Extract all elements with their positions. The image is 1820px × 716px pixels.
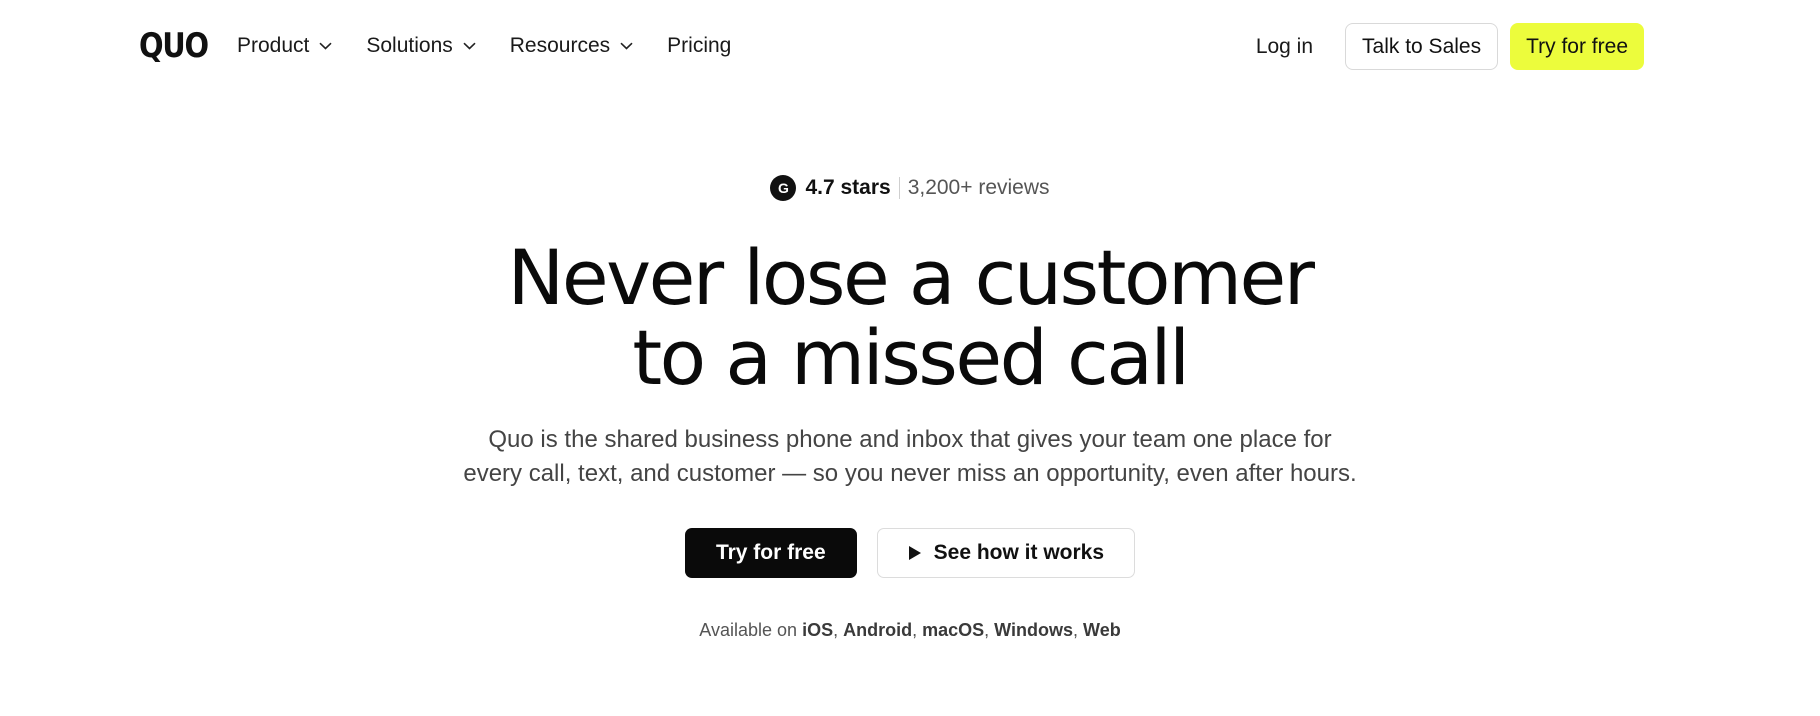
nav-product-label: Product: [237, 34, 310, 57]
nav-solutions[interactable]: Solutions: [366, 30, 476, 62]
landing-page: QUO Product Solutions Resources Pricing …: [0, 0, 1820, 716]
headline-line-1: Never lose a customer: [507, 233, 1316, 322]
hero-try-free-button[interactable]: Try for free: [684, 528, 857, 578]
play-icon: [908, 545, 922, 561]
nav-try-free-button[interactable]: Try for free: [1510, 23, 1644, 70]
nav-actions: Log in Talk to Sales Try for free: [1256, 23, 1644, 70]
rating-reviews: 3,200+ reviews: [907, 176, 1050, 199]
platform-macos: macOS: [922, 620, 985, 640]
nav-solutions-label: Solutions: [366, 34, 453, 57]
nav-pricing[interactable]: Pricing: [667, 30, 731, 62]
g2-logo-icon: G: [770, 175, 797, 201]
chevron-down-icon: [319, 42, 332, 50]
see-how-it-works-button[interactable]: See how it works: [876, 528, 1136, 578]
headline-line-2: to a missed call: [632, 313, 1190, 402]
nav-resources-label: Resources: [509, 34, 611, 57]
nav-links: Product Solutions Resources Pricing: [237, 30, 765, 62]
top-nav: QUO Product Solutions Resources Pricing …: [0, 0, 1820, 92]
talk-to-sales-button[interactable]: Talk to Sales: [1345, 23, 1499, 70]
nav-product[interactable]: Product: [237, 30, 332, 62]
rating-badge[interactable]: G 4.7 stars 3,200+ reviews: [0, 175, 1820, 201]
subtitle-line-1: Quo is the shared business phone and inb…: [488, 426, 1332, 453]
quo-logo[interactable]: QUO: [139, 26, 209, 66]
hero-subtitle: Quo is the shared business phone and inb…: [0, 423, 1820, 491]
rating-divider: [898, 177, 900, 199]
login-link[interactable]: Log in: [1256, 35, 1313, 59]
platform-ios: iOS: [802, 620, 834, 640]
see-how-it-works-label: See how it works: [933, 541, 1105, 564]
platforms-prefix: Available on: [699, 620, 798, 640]
rating-stars: 4.7 stars: [805, 176, 891, 199]
subtitle-line-2: every call, text, and customer — so you …: [463, 460, 1357, 487]
hero-cta-row: Try for free See how it works: [0, 528, 1820, 578]
chevron-down-icon: [463, 42, 476, 50]
nav-resources[interactable]: Resources: [510, 30, 633, 62]
platform-windows: Windows: [994, 620, 1074, 640]
hero-headline: Never lose a customer to a missed call: [0, 238, 1820, 398]
platform-web: Web: [1083, 620, 1121, 640]
chevron-down-icon: [620, 42, 633, 50]
platform-android: Android: [843, 620, 913, 640]
nav-pricing-label: Pricing: [667, 34, 732, 57]
available-platforms: Available on iOS, Android, macOS, Window…: [699, 620, 1121, 640]
